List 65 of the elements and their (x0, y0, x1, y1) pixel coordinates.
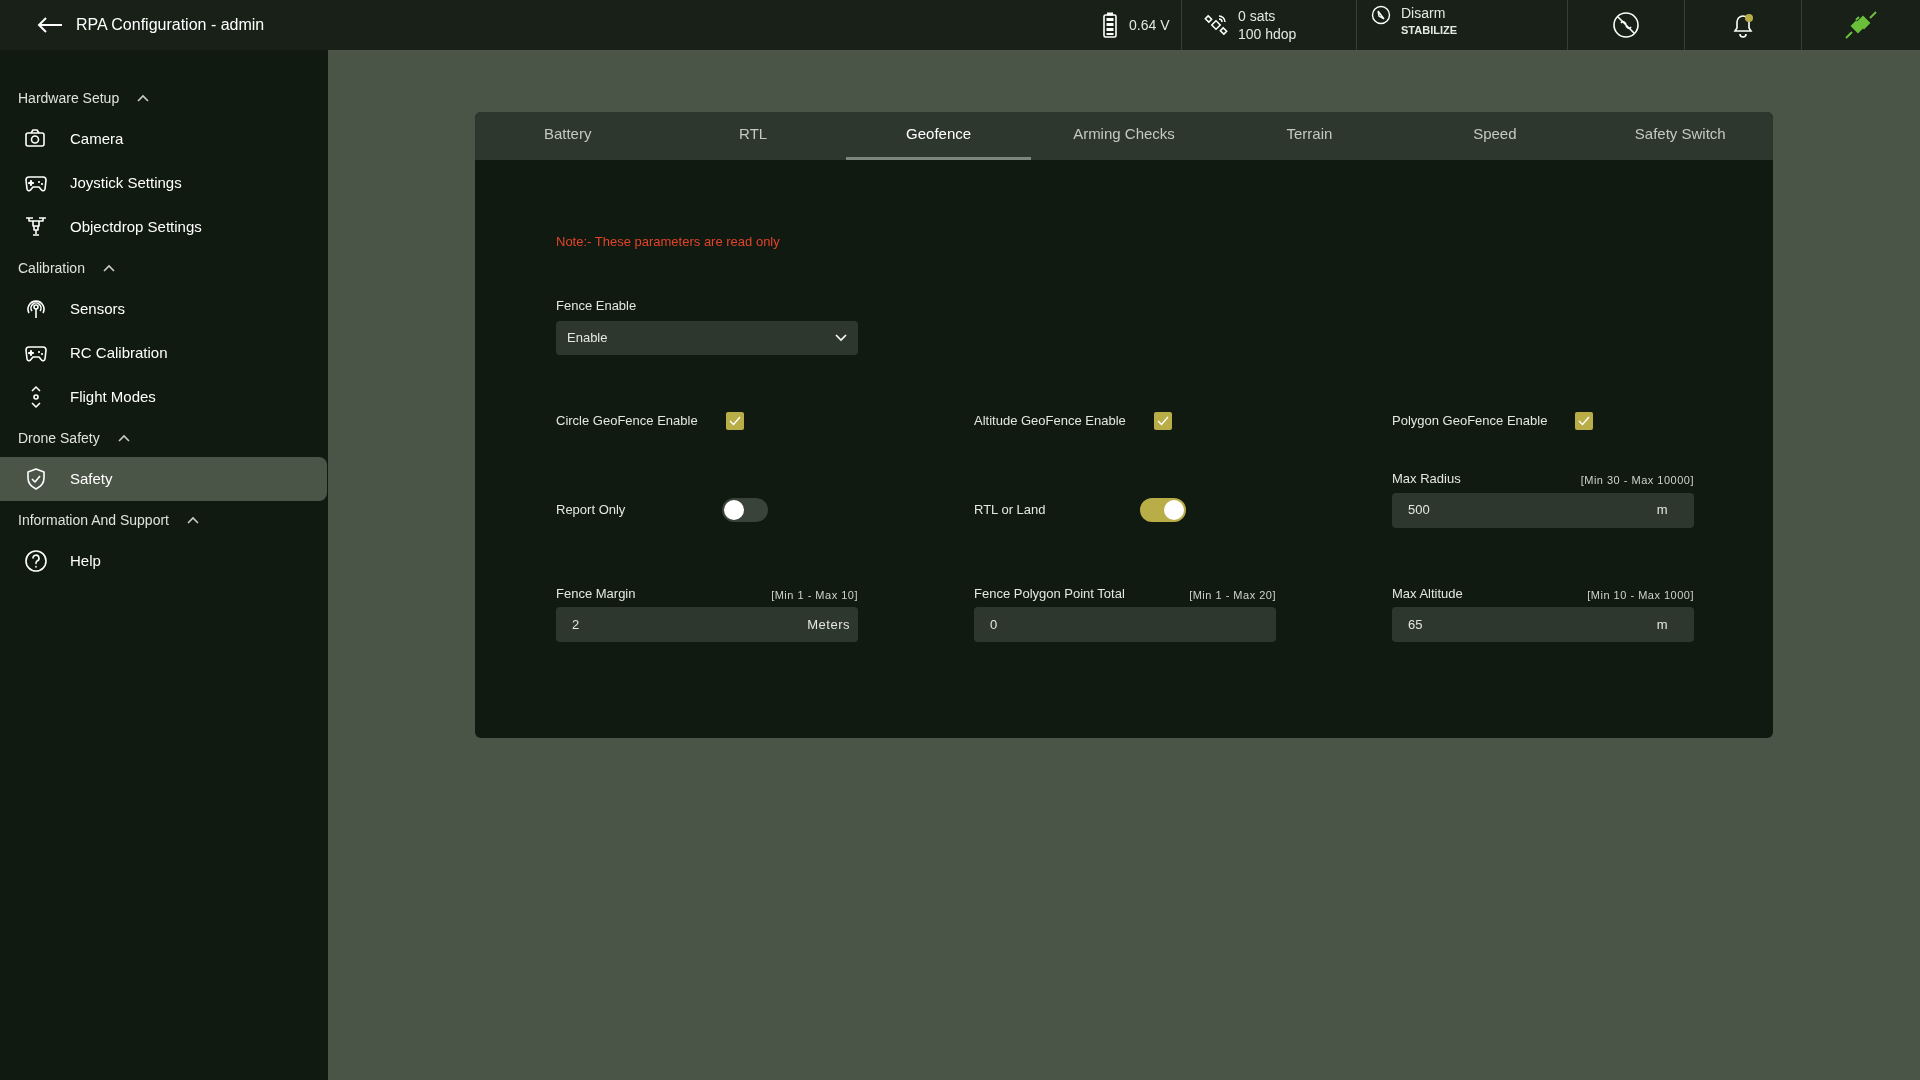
arm-state: Disarm (1401, 5, 1447, 22)
tab[interactable]: Battery (475, 112, 661, 160)
number-input-field[interactable]: 500 m (1392, 492, 1694, 528)
sidebar-item[interactable]: Objectdrop Settings (0, 205, 327, 249)
satellite-icon (1204, 13, 1228, 37)
sidebar-item[interactable]: Help (0, 539, 327, 583)
tab[interactable]: RTL (660, 112, 846, 160)
field-label: Fence Enable (556, 296, 638, 315)
back-arrow-icon (37, 17, 63, 33)
drone-icon (24, 215, 48, 239)
toggle-switch[interactable] (722, 497, 768, 522)
checkbox[interactable] (1575, 412, 1594, 430)
sidebar-section-header[interactable]: Drone Safety (0, 419, 327, 457)
chevron-up-icon (117, 434, 130, 442)
sensor-icon (24, 297, 48, 321)
sidebar-section-header[interactable]: Information And Support (0, 501, 327, 539)
chevron-up-icon (187, 516, 199, 524)
range-hint: [Min 10 - Max 1000] (1587, 587, 1694, 603)
read-only-note: Note:- These parameters are read only (556, 233, 781, 251)
tab[interactable]: Safety Switch (1587, 112, 1773, 160)
toggle-label: RTL or Land (974, 500, 1046, 519)
range-hint: [Min 1 - Max 20] (1189, 587, 1276, 603)
chevron-down-icon (835, 334, 847, 342)
sidebar-section-header[interactable]: Hardware Setup (0, 79, 327, 117)
field-label: Fence Margin (556, 584, 636, 603)
field-label: Max Altitude (1392, 584, 1463, 603)
toggle-switch[interactable] (1140, 497, 1186, 522)
compass-icon (1371, 5, 1391, 25)
satellite-count: 0 sats (1238, 7, 1277, 25)
hdop-value: 100 hdop (1238, 25, 1297, 43)
sidebar-item[interactable]: Safety (0, 457, 327, 501)
toggle-label: Report Only (556, 500, 626, 519)
chevron-up-icon (137, 94, 150, 102)
sidebar-item[interactable]: Sensors (0, 287, 327, 331)
propeller-icon (1612, 11, 1640, 39)
sidebar-item[interactable]: Camera (0, 117, 327, 161)
flight-mode: STABILIZE (1401, 23, 1457, 38)
field-label: Fence Polygon Point Total (974, 584, 1125, 603)
sidebar-item[interactable]: Joystick Settings (0, 161, 327, 205)
help-icon (24, 549, 48, 573)
checkbox-label: Circle GeoFence Enable (556, 412, 698, 431)
checkbox-label: Altitude GeoFence Enable (974, 412, 1126, 431)
tab[interactable]: Geofence (845, 112, 1032, 160)
sidebar-section-header[interactable]: Calibration (0, 249, 327, 287)
battery-voltage: 0.64 V (1129, 15, 1170, 35)
tab[interactable]: Speed (1402, 112, 1588, 160)
window-title: RPA Configuration - admin (76, 15, 265, 35)
checkbox[interactable] (725, 412, 744, 430)
fence-enable-dropdown[interactable]: Enable (556, 321, 858, 355)
checkbox[interactable] (1153, 412, 1172, 430)
sidebar-item[interactable]: RC Calibration (0, 331, 327, 375)
checkbox-label: Polygon GeoFence Enable (1392, 412, 1548, 431)
range-hint: [Min 30 - Max 10000] (1580, 473, 1694, 488)
field-label: Max Radius (1392, 470, 1461, 488)
battery-icon (1103, 12, 1117, 38)
tab[interactable]: Terrain (1216, 112, 1403, 160)
chevron-up-icon (102, 264, 115, 272)
number-input-field[interactable]: 2 Meters (556, 607, 858, 642)
plug-icon (1844, 10, 1878, 40)
sidebar-item[interactable]: Flight Modes (0, 375, 327, 419)
number-input-field[interactable]: 0 (974, 607, 1276, 642)
tab[interactable]: Arming Checks (1031, 112, 1217, 160)
number-input-field[interactable]: 65 m (1392, 607, 1694, 642)
range-hint: [Min 1 - Max 10] (771, 587, 858, 603)
shield-check-icon (24, 467, 48, 491)
